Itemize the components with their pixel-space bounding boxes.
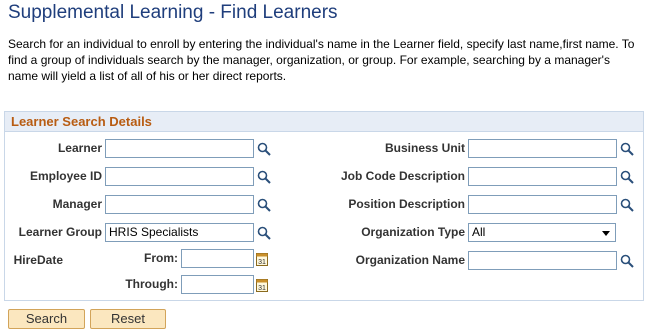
position-description-input[interactable] (468, 195, 617, 214)
learner-group-input[interactable]: HRIS Specialists (105, 223, 254, 242)
page-title: Supplemental Learning - Find Learners (8, 2, 338, 23)
organization-type-select[interactable]: All (468, 223, 616, 242)
manager-label: Manager (52, 197, 102, 211)
hire-date-from-calendar-icon[interactable]: 31 (256, 252, 268, 266)
svg-text:31: 31 (258, 259, 266, 266)
organization-type-value: All (472, 225, 486, 239)
organization-name-lookup-icon[interactable] (619, 253, 635, 269)
position-description-label: Position Description (348, 197, 465, 211)
position-description-lookup-icon[interactable] (619, 197, 635, 213)
reset-button[interactable]: Reset (90, 309, 166, 329)
dropdown-arrow-icon (602, 231, 610, 236)
employee-id-lookup-icon[interactable] (256, 169, 272, 185)
section-title: Learner Search Details (5, 112, 643, 132)
hire-date-label: HireDate (13, 253, 63, 267)
organization-name-input[interactable] (468, 251, 617, 270)
svg-text:31: 31 (258, 285, 266, 292)
job-code-description-input[interactable] (468, 167, 617, 186)
hire-date-from-label: From: (144, 251, 178, 265)
employee-id-label: Employee ID (29, 169, 102, 183)
organization-type-label: Organization Type (361, 225, 465, 239)
hire-date-through-calendar-icon[interactable]: 31 (256, 278, 268, 292)
manager-lookup-icon[interactable] (256, 197, 272, 213)
business-unit-label: Business Unit (384, 141, 465, 155)
hire-date-from-input[interactable] (181, 249, 254, 268)
learner-lookup-icon[interactable] (256, 141, 272, 157)
job-code-description-label: Job Code Description (340, 169, 465, 183)
learner-group-label: Learner Group (18, 225, 102, 239)
employee-id-input[interactable] (105, 167, 254, 186)
business-unit-input[interactable] (468, 139, 617, 158)
learner-group-lookup-icon[interactable] (256, 225, 272, 241)
learner-label: Learner (57, 141, 102, 155)
job-code-lookup-icon[interactable] (619, 169, 635, 185)
search-button[interactable]: Search (8, 309, 85, 329)
hire-date-through-input[interactable] (181, 275, 254, 294)
organization-name-label: Organization Name (355, 253, 465, 267)
manager-input[interactable] (105, 195, 254, 214)
page-description: Search for an individual to enroll by en… (8, 37, 635, 83)
learner-input[interactable] (105, 139, 254, 158)
hire-date-through-label: Through: (125, 277, 178, 291)
business-unit-lookup-icon[interactable] (619, 141, 635, 157)
